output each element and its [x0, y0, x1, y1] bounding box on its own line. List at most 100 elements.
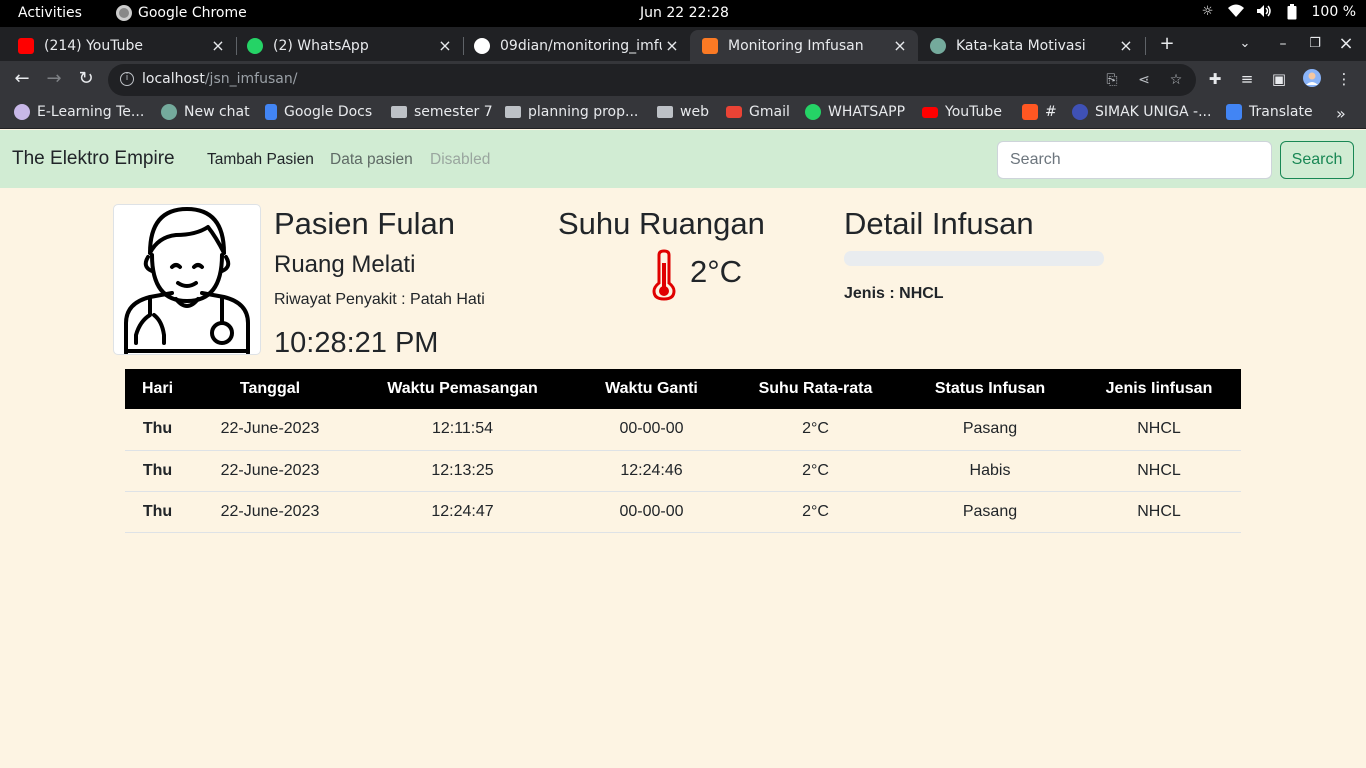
table-row: Thu 22-June-2023 12:24:47 00-00-00 2°C P…	[125, 491, 1241, 533]
battery-icon	[1284, 4, 1300, 20]
thermometer-icon	[651, 249, 677, 306]
chrome-menu-icon[interactable]: ⋮	[1334, 69, 1354, 89]
folder-icon	[657, 106, 673, 118]
infusion-progress-bar	[844, 251, 1104, 266]
tab-youtube[interactable]: (214) YouTube ×	[0, 30, 236, 61]
bookmark-youtube[interactable]: YouTube	[922, 104, 1002, 120]
cell-waktu-ganti: 12:24:46	[575, 450, 728, 492]
bookmark-blogger[interactable]: #	[1022, 104, 1057, 120]
bookmark-elearning[interactable]: E-Learning Te...	[14, 104, 144, 120]
new-tab-icon[interactable]: +	[1154, 32, 1180, 58]
cell-hari: Thu	[125, 491, 190, 533]
search-button[interactable]: Search	[1280, 141, 1354, 179]
chatgpt-icon	[930, 37, 946, 54]
close-icon[interactable]: ×	[208, 36, 228, 55]
tab-title: Monitoring Imfusan	[728, 37, 864, 54]
address-bar[interactable]: i localhost/jsn_imfusan/ ⎘ ⋖ ☆	[108, 64, 1196, 96]
media-queue-icon[interactable]: ≡	[1237, 69, 1257, 89]
app-menu[interactable]: Google Chrome	[116, 5, 247, 21]
navbar-brand[interactable]: The Elektro Empire	[12, 148, 175, 170]
tab-strip: (214) YouTube × (2) WhatsApp × 09dian/mo…	[0, 27, 1366, 61]
reload-icon[interactable]: ↻	[72, 66, 100, 94]
extensions-puzzle-icon[interactable]: ✚	[1205, 69, 1225, 89]
url-text[interactable]: localhost/jsn_imfusan/	[142, 71, 297, 87]
side-panel-icon[interactable]: ▣	[1269, 69, 1289, 89]
profile-avatar[interactable]	[1302, 69, 1322, 89]
cell-suhu: 2°C	[728, 491, 903, 533]
nav-link-data-pasien[interactable]: Data pasien	[330, 151, 413, 169]
column-header: Status Infusan	[903, 369, 1077, 409]
close-icon[interactable]: ×	[890, 36, 910, 55]
table-row: Thu 22-June-2023 12:11:54 00-00-00 2°C P…	[125, 409, 1241, 451]
bookmarks-bar: E-Learning Te... New chat Google Docs se…	[0, 98, 1366, 129]
bookmark-planning[interactable]: planning prop...	[505, 104, 638, 120]
tab-monitoring-imfusan[interactable]: Monitoring Imfusan ×	[690, 30, 918, 61]
close-icon[interactable]: ×	[435, 36, 455, 55]
column-header: Waktu Ganti	[575, 369, 728, 409]
tab-whatsapp[interactable]: (2) WhatsApp ×	[229, 30, 463, 61]
bookmark-star-icon[interactable]: ☆	[1166, 70, 1186, 90]
cell-waktu-ganti: 00-00-00	[575, 491, 728, 533]
search-input[interactable]	[997, 141, 1272, 179]
minimize-icon[interactable]: –	[1270, 32, 1296, 58]
close-icon[interactable]: ×	[662, 36, 682, 55]
app-navbar: The Elektro Empire Tambah Pasien Data pa…	[0, 130, 1366, 188]
cell-status: Pasang	[903, 491, 1077, 533]
patient-room: Ruang Melati	[274, 251, 416, 278]
tab-title: (2) WhatsApp	[273, 37, 369, 54]
current-time: 10:28:21 PM	[274, 327, 439, 359]
cell-waktu-pemasangan: 12:13:25	[350, 450, 575, 492]
bookmark-web[interactable]: web	[657, 104, 709, 120]
battery-percent: 100 %	[1311, 4, 1356, 20]
maximize-icon[interactable]: ❐	[1302, 32, 1328, 58]
clock[interactable]: Jun 22 22:28	[640, 5, 729, 21]
elearning-icon	[14, 104, 30, 120]
xampp-icon	[702, 37, 718, 54]
room-temperature-title: Suhu Ruangan	[558, 206, 765, 241]
translate-page-icon[interactable]: ⎘	[1102, 70, 1122, 90]
cell-hari: Thu	[125, 450, 190, 492]
chrome-icon	[116, 5, 132, 21]
window-close-icon[interactable]: ×	[1333, 32, 1359, 58]
nav-link-tambah-pasien[interactable]: Tambah Pasien	[207, 151, 314, 169]
whatsapp-icon	[247, 37, 263, 54]
infusion-history-table: Hari Tanggal Waktu Pemasangan Waktu Gant…	[125, 369, 1241, 533]
brightness-icon: ☼	[1201, 4, 1214, 19]
doctor-icon	[124, 207, 250, 355]
more-bookmarks-chevron-icon[interactable]: »	[1336, 104, 1346, 123]
close-icon[interactable]: ×	[1116, 36, 1136, 55]
bookmark-whatsapp[interactable]: WHATSAPP	[805, 104, 905, 120]
cell-status: Pasang	[903, 409, 1077, 451]
bookmark-gmail[interactable]: Gmail	[726, 104, 790, 120]
system-tray[interactable]: ☼ 100 %	[1200, 4, 1356, 20]
patient-avatar	[113, 204, 261, 355]
cell-jenis: NHCL	[1077, 491, 1241, 533]
patient-history: Riwayat Penyakit : Patah Hati	[274, 291, 485, 308]
cell-suhu: 2°C	[728, 450, 903, 492]
back-arrow-icon[interactable]: ←	[8, 66, 36, 94]
table-header-row: Hari Tanggal Waktu Pemasangan Waktu Gant…	[125, 369, 1241, 409]
volume-icon	[1256, 4, 1272, 20]
cell-waktu-pemasangan: 12:24:47	[350, 491, 575, 533]
bookmark-new-chat[interactable]: New chat	[161, 104, 250, 120]
browser-toolbar: ← → ↻ i localhost/jsn_imfusan/ ⎘ ⋖ ☆ ✚ ≡…	[0, 61, 1366, 98]
gmail-icon	[726, 106, 742, 118]
cell-suhu: 2°C	[728, 409, 903, 451]
forward-arrow-icon[interactable]: →	[40, 66, 68, 94]
site-info-icon[interactable]: i	[120, 72, 134, 86]
share-icon[interactable]: ⋖	[1134, 70, 1154, 90]
bookmark-semester-7[interactable]: semester 7	[391, 104, 493, 120]
column-header: Tanggal	[190, 369, 350, 409]
infusion-type: Jenis : NHCL	[844, 285, 944, 302]
bookmark-translate[interactable]: Translate	[1226, 104, 1313, 120]
system-top-bar: Activities Google Chrome Jun 22 22:28 ☼ …	[0, 0, 1366, 27]
bookmark-simak-uniga[interactable]: SIMAK UNIGA -...	[1072, 104, 1211, 120]
tab-github[interactable]: 09dian/monitoring_imfusan ×	[456, 30, 690, 61]
cell-jenis: NHCL	[1077, 409, 1241, 451]
activities-button[interactable]: Activities	[18, 5, 82, 21]
bookmark-google-docs[interactable]: Google Docs	[265, 104, 372, 120]
tab-kata-kata-motivasi[interactable]: Kata-kata Motivasi ×	[918, 30, 1144, 61]
youtube-icon	[922, 106, 938, 118]
tab-search-chevron-icon[interactable]: ⌄	[1232, 32, 1258, 58]
cell-waktu-ganti: 00-00-00	[575, 409, 728, 451]
